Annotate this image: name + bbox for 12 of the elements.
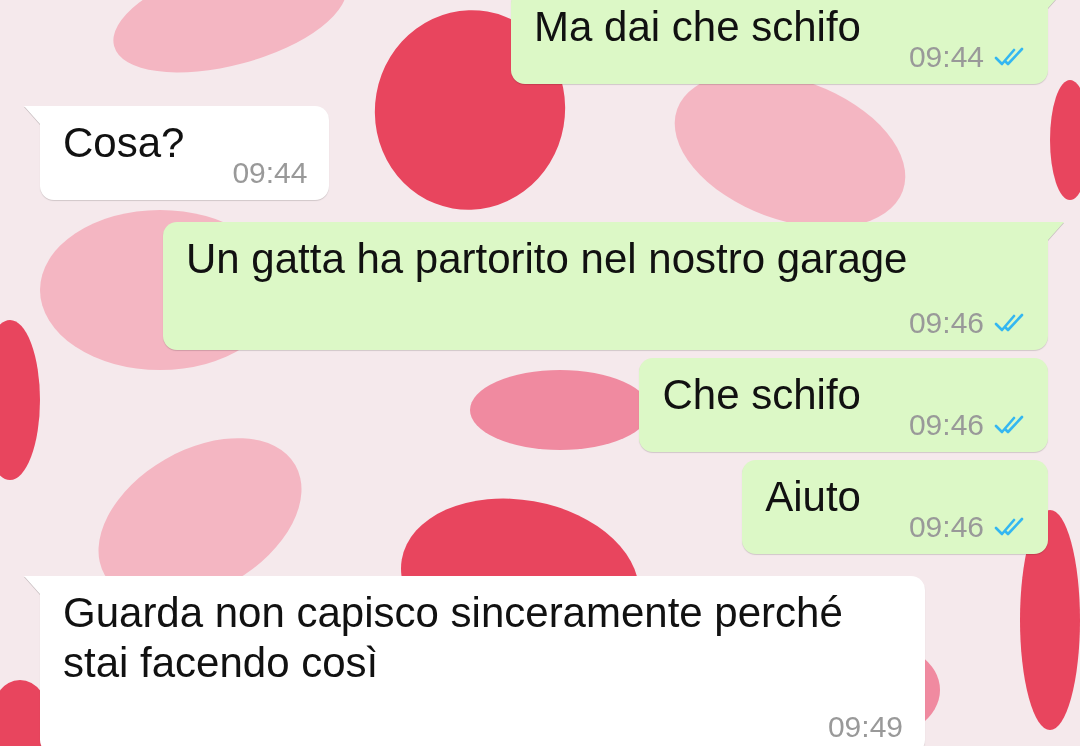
message-text: Cosa?: [63, 118, 185, 168]
message-time: 09:49: [827, 710, 903, 744]
message-time: 09:44: [232, 156, 308, 190]
message-time: 09:46: [908, 510, 984, 544]
message-time: 09:46: [908, 408, 984, 442]
message-time: 09:46: [908, 306, 984, 340]
message-text: Aiuto: [765, 472, 861, 522]
message-text: Guarda non capisco sinceramente perché stai facendo così: [63, 588, 844, 688]
message-text: Che schifo: [662, 370, 861, 420]
message-text: Ma dai che schifo: [534, 2, 861, 52]
message-time: 09:44: [908, 40, 984, 74]
message-text: Un gatta ha partorito nel nostro garage: [186, 234, 908, 284]
